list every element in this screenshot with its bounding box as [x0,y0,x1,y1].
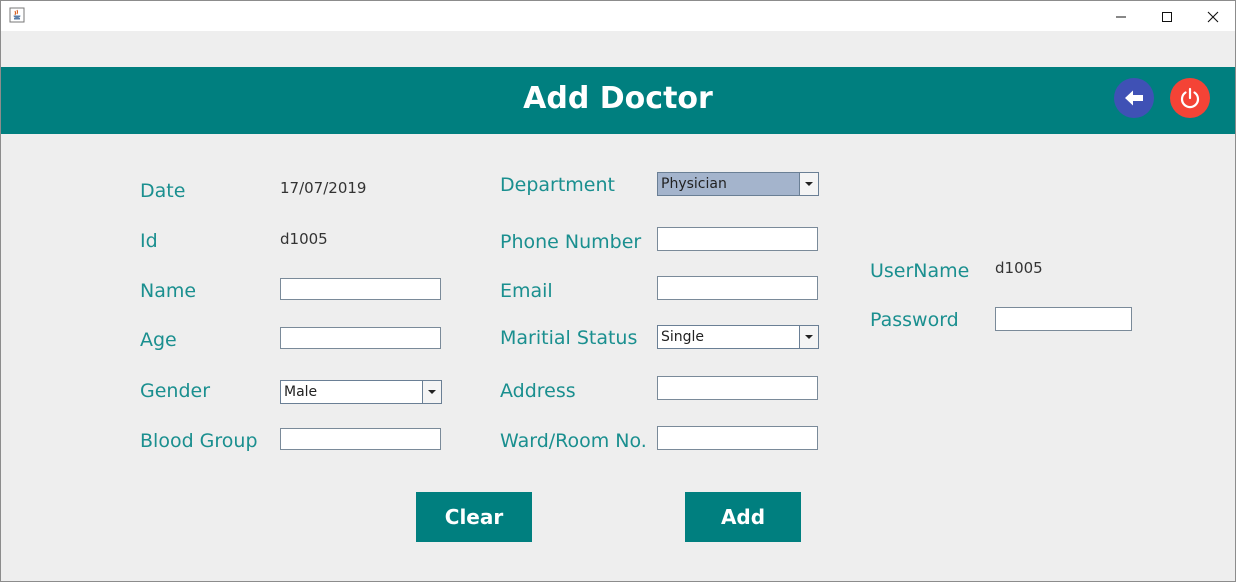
date-label: Date [140,180,186,202]
address-input[interactable] [657,376,818,400]
page-title: Add Doctor [523,81,713,116]
email-input[interactable] [657,276,818,300]
password-label: Password [870,309,959,331]
id-label: Id [140,230,158,252]
chevron-down-icon [799,173,818,195]
close-window-button[interactable] [1190,2,1236,31]
title-bar [1,1,1235,31]
maximize-button[interactable] [1144,2,1190,31]
gender-select[interactable]: Male [280,380,442,404]
marital-status-selected-value: Single [661,329,705,345]
age-label: Age [140,329,177,351]
maximize-icon [1162,11,1172,22]
java-cup-icon [9,7,25,23]
chevron-down-icon [422,381,441,403]
blood-group-input[interactable] [280,428,441,450]
minimize-icon [1116,16,1126,17]
department-select[interactable]: Physician [657,172,819,196]
date-value: 17/07/2019 [280,179,367,197]
back-button[interactable] [1114,78,1154,118]
ward-room-input[interactable] [657,426,818,450]
chevron-down-icon [799,326,818,348]
clear-button[interactable]: Clear [416,492,532,542]
minimize-button[interactable] [1098,2,1144,31]
power-icon [1180,87,1200,109]
marital-status-select[interactable]: Single [657,325,819,349]
add-button[interactable]: Add [685,492,801,542]
email-label: Email [500,280,553,302]
age-input[interactable] [280,327,441,349]
address-label: Address [500,380,576,402]
department-label: Department [500,174,615,196]
blood-group-label: Blood Group [140,430,258,452]
gender-label: Gender [140,380,211,402]
power-button[interactable] [1170,78,1210,118]
phone-number-label: Phone Number [500,231,642,253]
password-input[interactable] [995,307,1132,331]
name-label: Name [140,280,197,302]
ward-room-label: Ward/Room No. [500,430,647,452]
marital-status-label: Maritial Status [500,327,638,349]
close-icon [1207,11,1219,22]
phone-number-input[interactable] [657,227,818,251]
username-value: d1005 [995,259,1043,277]
header-bar: Add Doctor [1,67,1235,134]
username-label: UserName [870,260,970,282]
gender-selected-value: Male [284,384,318,400]
department-selected-value: Physician [661,176,727,192]
arrow-left-icon [1125,90,1143,106]
name-input[interactable] [280,278,441,300]
id-value: d1005 [280,230,328,248]
